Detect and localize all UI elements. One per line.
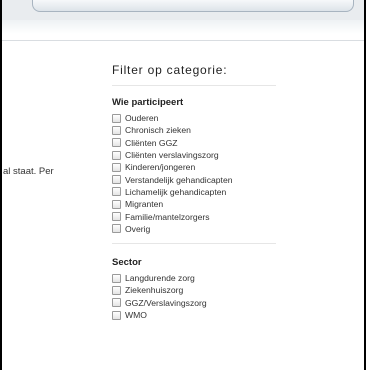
checkbox[interactable]: [112, 310, 121, 320]
checkbox[interactable]: [112, 187, 121, 197]
address-bar[interactable]: [32, 0, 354, 12]
checkbox[interactable]: [112, 212, 121, 222]
checkbox-label: Familie/mantelzorgers: [125, 211, 210, 222]
checkbox[interactable]: [112, 285, 121, 295]
checkbox-item[interactable]: Verstandelijk gehandicapten: [112, 173, 276, 185]
checkbox-label: Ouderen: [125, 113, 159, 124]
checkbox-item[interactable]: GGZ/Verslavingszorg: [112, 297, 276, 309]
title-divider: [112, 85, 276, 86]
participant-checkbox-list: Ouderen Chronisch zieken Cliënten GGZ Cl…: [112, 112, 276, 235]
checkbox-item[interactable]: WMO: [112, 309, 276, 321]
checkbox[interactable]: [112, 199, 121, 209]
checkbox-label: Cliënten verslavingszorg: [125, 150, 219, 161]
checkbox-item[interactable]: Cliënten verslavingszorg: [112, 149, 276, 161]
checkbox-item[interactable]: Langdurende zorg: [112, 272, 276, 284]
body-text-fragment: al staat. Per: [3, 166, 54, 177]
checkbox[interactable]: [112, 113, 121, 123]
checkbox-label: Migranten: [125, 199, 164, 210]
checkbox-item[interactable]: Chronisch zieken: [112, 124, 276, 136]
checkbox-item[interactable]: Lichamelijk gehandicapten: [112, 186, 276, 198]
checkbox-label: Ziekenhuiszorg: [125, 285, 184, 296]
checkbox[interactable]: [112, 175, 121, 185]
checkbox-label: Lichamelijk gehandicapten: [125, 186, 227, 197]
filter-title: Filter op categorie:: [112, 63, 228, 77]
checkbox-label: Overig: [125, 223, 151, 234]
checkbox-label: Cliënten GGZ: [125, 137, 178, 148]
checkbox-label: Chronisch zieken: [125, 125, 191, 136]
checkbox[interactable]: [112, 150, 121, 160]
checkbox[interactable]: [112, 224, 121, 234]
checkbox[interactable]: [112, 273, 121, 283]
checkbox-label: Verstandelijk gehandicapten: [125, 174, 233, 185]
checkbox[interactable]: [112, 298, 121, 308]
checkbox-label: GGZ/Verslavingszorg: [125, 297, 207, 308]
window-border-left: [0, 0, 2, 370]
checkbox[interactable]: [112, 138, 121, 148]
sector-checkbox-list: Langdurende zorg Ziekenhuiszorg GGZ/Vers…: [112, 272, 276, 321]
checkbox-item[interactable]: Overig: [112, 223, 276, 235]
checkbox-item[interactable]: Familie/mantelzorgers: [112, 210, 276, 222]
browser-toolbar: [2, 0, 364, 21]
section-divider: [112, 242, 276, 244]
checkbox-item[interactable]: Ouderen: [112, 112, 276, 124]
page-header-strip: [2, 34, 364, 41]
category-filter-panel: Filter op categorie: Wie participeert Ou…: [112, 58, 276, 321]
checkbox-label: Kinderen/jongeren: [125, 162, 196, 173]
section-title-sector: Sector: [112, 256, 142, 268]
checkbox-label: WMO: [125, 310, 147, 320]
section-title-wie-participeert: Wie participeert: [112, 97, 184, 108]
checkbox[interactable]: [112, 125, 121, 135]
checkbox[interactable]: [112, 162, 121, 172]
checkbox-label: Langdurende zorg: [125, 273, 195, 284]
toolbar-shadow: [2, 20, 364, 34]
checkbox-item[interactable]: Cliënten GGZ: [112, 137, 276, 149]
checkbox-item[interactable]: Ziekenhuiszorg: [112, 284, 276, 296]
checkbox-item[interactable]: Migranten: [112, 198, 276, 210]
checkbox-item[interactable]: Kinderen/jongeren: [112, 161, 276, 173]
window-border-right: [364, 0, 366, 370]
